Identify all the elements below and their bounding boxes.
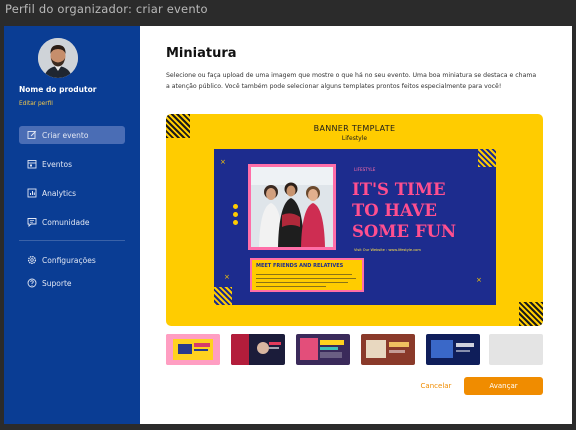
page-title: Miniatura [166,46,237,61]
cross-decoration: × [476,276,482,284]
help-icon [27,278,37,288]
social-icons [233,204,238,228]
cancel-button[interactable]: Cancelar [411,378,461,394]
sidebar-item-analytics[interactable]: Analytics [19,184,125,202]
template-thumb-navy[interactable] [426,334,480,365]
headline-line: TO HAVE [352,201,437,220]
sidebar-item-criar-evento[interactable]: Criar evento [19,126,125,144]
banner-card: × × × LIFESTYLE IT'S TIME TO HAVE SOME F… [214,149,496,305]
edit-profile-link[interactable]: Editar perfil [19,101,53,107]
sidebar-item-label: Criar evento [42,130,89,140]
banner-headline: IT'S TIME TO HAVE SOME FUN [352,179,492,242]
brand-tag: LIFESTYLE [354,167,376,172]
sidebar-item-label: Comunidade [42,217,90,227]
banner-photo [248,164,336,250]
social-dot-icon [233,212,238,217]
calendar-icon [27,159,37,169]
sidebar-item-label: Analytics [42,188,77,198]
template-thumb-welcome-dark[interactable] [296,334,350,365]
sidebar-divider [19,240,125,241]
template-thumb-lifestyle-red[interactable] [231,334,285,365]
headline-line: SOME FUN [352,222,457,241]
window-title: Perfil do organizador: criar evento [5,2,208,16]
sidebar-item-suporte[interactable]: Suporte [19,274,125,292]
sidebar: Nome do produtor Editar perfil Criar eve… [4,26,140,424]
stripe-decoration [519,302,543,326]
meet-title: MEET FRIENDS AND RELATIVES [256,263,344,269]
sidebar-item-eventos[interactable]: Eventos [19,155,125,173]
banner-subheading: Lifestyle [341,135,368,142]
social-dot-icon [233,204,238,209]
sidebar-item-label: Eventos [42,159,72,169]
producer-name: Nome do produtor [19,85,97,94]
template-thumbnails [166,334,543,365]
text-line [256,278,356,280]
app-frame: Nome do produtor Editar perfil Criar eve… [4,26,572,424]
edit-icon [27,130,37,140]
headline-line: IT'S TIME [352,180,446,199]
main-content: Miniatura Selecione ou faça upload de um… [140,26,572,424]
sidebar-item-label: Configurações [42,255,96,265]
template-thumb-empty[interactable] [489,334,543,365]
template-thumb-sale-brown[interactable] [361,334,415,365]
social-dot-icon [233,220,238,225]
chat-icon [27,217,37,227]
text-line [256,274,352,276]
sidebar-item-comunidade[interactable]: Comunidade [19,213,125,231]
cross-decoration: × [220,158,226,166]
chart-icon [27,188,37,198]
banner-website: Visit Our Website : www.lifestyle.com [354,248,421,252]
sidebar-item-configuracoes[interactable]: Configurações [19,251,125,269]
next-button[interactable]: Avançar [464,377,543,395]
meet-box: MEET FRIENDS AND RELATIVES [250,258,364,292]
template-thumb-welcome[interactable] [166,334,220,365]
thumbnail-preview[interactable]: BANNER TEMPLATE Lifestyle × × × LIFESTYL… [166,114,543,326]
cross-decoration: × [224,273,230,281]
gear-icon [27,255,37,265]
sidebar-item-label: Suporte [42,278,72,288]
stripe-decoration [214,287,232,305]
avatar[interactable] [38,38,78,78]
text-line [256,286,326,288]
text-line [256,282,348,284]
banner-heading: BANNER TEMPLATE [313,124,396,133]
page-description: Selecione ou faça upload de uma imagem q… [166,72,537,90]
stripe-decoration [478,149,496,167]
